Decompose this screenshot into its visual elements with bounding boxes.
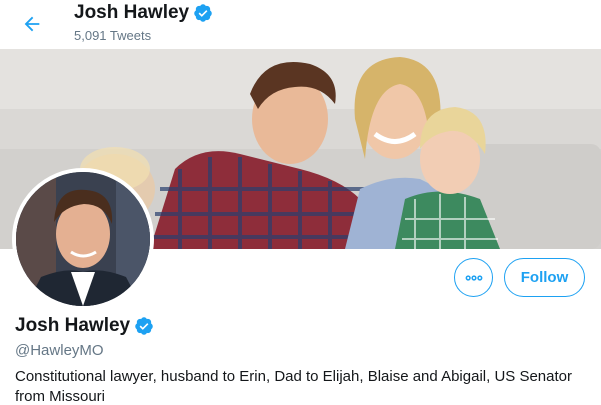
follow-button[interactable]: Follow <box>504 258 585 297</box>
header-name-text: Josh Hawley <box>74 2 190 23</box>
back-button[interactable] <box>16 8 48 40</box>
profile-top-bar: Josh Hawley 5,091 Tweets <box>0 0 601 49</box>
arrow-left-icon <box>24 16 40 32</box>
more-options-button[interactable] <box>454 258 493 297</box>
more-horizontal-icon <box>465 274 482 281</box>
tweet-count: 5,091 Tweets <box>74 28 152 43</box>
header-name: Josh Hawley <box>74 2 213 24</box>
verified-badge-icon <box>193 3 213 23</box>
profile-bio: Constitutional lawyer, husband to Erin, … <box>15 368 572 405</box>
profile-name: Josh Hawley <box>15 315 154 337</box>
profile-name-text: Josh Hawley <box>15 315 131 336</box>
profile-avatar[interactable] <box>12 168 154 310</box>
verified-badge-icon <box>134 316 154 336</box>
avatar-photo <box>16 172 150 306</box>
profile-handle: @HawleyMO <box>15 342 104 359</box>
